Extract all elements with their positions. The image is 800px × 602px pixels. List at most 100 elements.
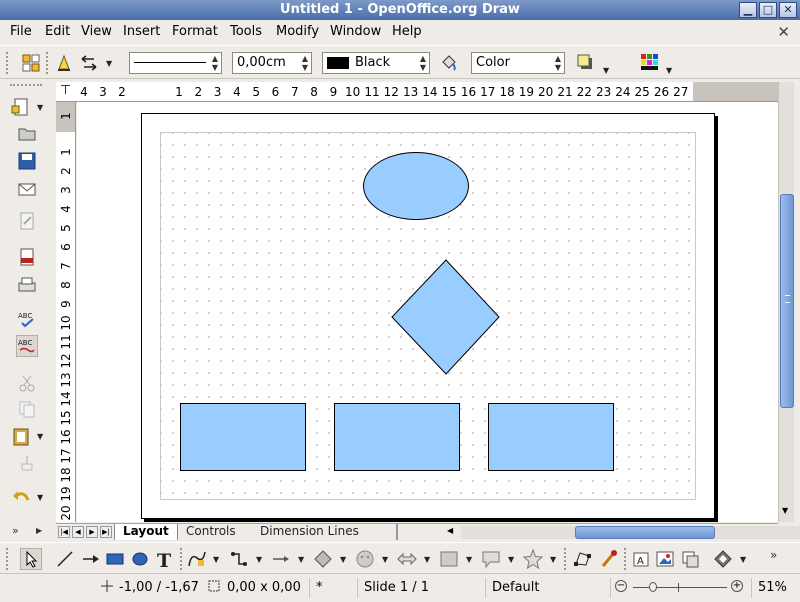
ellipse-shape[interactable] — [363, 152, 469, 220]
cut-icon[interactable] — [16, 372, 38, 394]
extrusion-icon[interactable] — [679, 548, 701, 570]
chevron-right-icon[interactable]: ▶ — [36, 526, 42, 535]
menu-insert[interactable]: Insert — [123, 24, 160, 39]
insert-image-icon[interactable] — [654, 548, 676, 570]
line-tool-icon[interactable] — [54, 548, 76, 570]
scrollbar-thumb[interactable] — [780, 194, 794, 408]
horizontal-scrollbar[interactable]: ◀ ▶ — [447, 526, 800, 539]
clone-formatting-icon[interactable] — [16, 452, 38, 474]
chevron-down-icon[interactable]: ▼ — [740, 555, 746, 564]
diamond-shape[interactable] — [391, 259, 501, 376]
line-color-select[interactable]: Black ▲ ▼ — [322, 52, 430, 74]
more-tools-icon[interactable]: » — [770, 548, 777, 562]
flowcharts-icon[interactable] — [438, 548, 460, 570]
chevron-down-icon[interactable]: ▼ — [298, 555, 304, 564]
toolbar-grip[interactable] — [6, 52, 10, 74]
color-palette-icon[interactable] — [638, 51, 660, 73]
fontwork-icon[interactable]: A — [630, 548, 652, 570]
chevron-down-icon[interactable]: ▼ — [340, 555, 346, 564]
zoom-in-icon[interactable]: + — [731, 580, 743, 592]
zoom-handle[interactable] — [649, 582, 657, 592]
autospellcheck-icon[interactable]: ABC — [16, 335, 38, 357]
zoom-track[interactable] — [633, 587, 727, 588]
email-icon[interactable] — [16, 178, 38, 200]
curve-tool-icon[interactable] — [186, 548, 208, 570]
save-icon[interactable] — [16, 150, 38, 172]
area-style-select[interactable]: Color ▲ ▼ — [471, 52, 565, 74]
line-style-select[interactable]: ▲ ▼ — [129, 52, 222, 74]
vertical-ruler[interactable]: 1 1 2 3 4 5 6 7 8 9 10 11 12 13 14 15 16 17 18 19 20 — [56, 102, 76, 522]
chevron-down-icon[interactable]: ▼ — [603, 66, 609, 75]
chevron-down-icon[interactable]: ▼ — [37, 493, 43, 502]
styles-formatting-icon[interactable] — [20, 52, 42, 74]
chevron-down-icon[interactable]: ▼ — [424, 555, 430, 564]
chevron-down-icon[interactable]: ▼ — [666, 66, 672, 75]
slide-page[interactable] — [141, 113, 715, 519]
menu-window[interactable]: Window — [330, 24, 381, 39]
callouts-icon[interactable] — [480, 548, 502, 570]
tab-layout[interactable]: Layout — [114, 524, 178, 540]
line-arrow-icon[interactable] — [80, 548, 102, 570]
symbol-shapes-icon[interactable] — [354, 548, 376, 570]
scroll-left-icon[interactable]: ◀ — [447, 526, 453, 535]
zoom-slider[interactable]: − + — [610, 578, 750, 598]
toolbar-grip[interactable] — [6, 548, 10, 570]
status-zoom[interactable]: 51% — [751, 578, 797, 598]
chevron-down-icon[interactable]: ▼ — [382, 555, 388, 564]
export-pdf-icon[interactable] — [16, 246, 38, 268]
chevron-down-icon[interactable]: ▼ — [508, 555, 514, 564]
chevron-down-icon[interactable]: ▼ — [213, 555, 219, 564]
more-tools-icon[interactable]: » — [12, 524, 19, 537]
block-arrows-icon[interactable] — [396, 548, 418, 570]
scroll-down-icon[interactable]: ▼ — [782, 506, 788, 515]
paint-bucket-icon[interactable] — [438, 52, 460, 74]
open-folder-icon[interactable] — [16, 122, 38, 144]
shadow-icon[interactable] — [574, 51, 596, 73]
spellcheck-icon[interactable]: ABC — [16, 308, 38, 330]
minimize-icon[interactable]: ▁ — [739, 2, 757, 18]
copy-icon[interactable] — [16, 398, 38, 420]
rectangle-tool-icon[interactable] — [104, 548, 126, 570]
chevron-down-icon[interactable]: ▼ — [256, 555, 262, 564]
text-tool-icon[interactable]: T — [154, 548, 176, 570]
toolbar-grip[interactable] — [10, 84, 42, 87]
rectangle-shape[interactable] — [488, 403, 614, 471]
status-modified[interactable]: * — [309, 578, 349, 598]
chevron-down-icon[interactable]: ▼ — [37, 432, 43, 441]
menu-tools[interactable]: Tools — [230, 24, 262, 39]
drawing-canvas[interactable] — [77, 102, 778, 522]
menu-edit[interactable]: Edit — [45, 24, 70, 39]
glue-points-icon[interactable] — [598, 548, 620, 570]
first-tab-icon[interactable]: |◀ — [58, 526, 70, 538]
new-document-icon[interactable] — [10, 96, 32, 118]
paste-icon[interactable] — [10, 425, 32, 447]
chevron-down-icon[interactable]: ▼ — [106, 59, 112, 68]
arrange-icon[interactable] — [712, 548, 734, 570]
zoom-out-icon[interactable]: − — [615, 580, 627, 592]
undo-icon[interactable] — [10, 486, 32, 508]
points-icon[interactable] — [572, 548, 594, 570]
horizontal-ruler[interactable]: ⊤ 4 3 2 1 2 3 4 5 6 7 8 9 10 11 12 13 14 15 16 17 18 19 20 2… — [56, 82, 778, 102]
prev-tab-icon[interactable]: ◀ — [72, 526, 84, 538]
status-layout[interactable]: Default — [485, 578, 605, 598]
edit-file-icon[interactable] — [16, 210, 38, 232]
rectangle-shape[interactable] — [180, 403, 306, 471]
chevron-down-icon[interactable]: ▼ — [466, 555, 472, 564]
last-tab-icon[interactable]: ▶| — [100, 526, 112, 538]
tab-splitter[interactable] — [396, 524, 398, 540]
arrow-style-icon[interactable] — [78, 52, 100, 74]
close-icon[interactable]: ✕ — [779, 2, 797, 18]
line-icon[interactable] — [53, 52, 75, 74]
document-close-icon[interactable]: ✕ — [777, 23, 790, 41]
menu-view[interactable]: View — [81, 24, 112, 39]
menu-format[interactable]: Format — [172, 24, 218, 39]
tab-stop-icon[interactable]: ⊤ — [60, 83, 71, 98]
stars-icon[interactable] — [522, 548, 544, 570]
vertical-scrollbar[interactable]: ▼ — [778, 82, 794, 522]
rectangle-shape[interactable] — [334, 403, 460, 471]
maximize-icon[interactable]: □ — [759, 2, 777, 18]
spinner-icon[interactable]: ▲ ▼ — [300, 54, 310, 72]
line-width-field[interactable]: 0,00cm ▲ ▼ — [232, 52, 312, 74]
select-arrow-icon[interactable] — [20, 548, 42, 570]
chevron-down-icon[interactable]: ▼ — [550, 555, 556, 564]
